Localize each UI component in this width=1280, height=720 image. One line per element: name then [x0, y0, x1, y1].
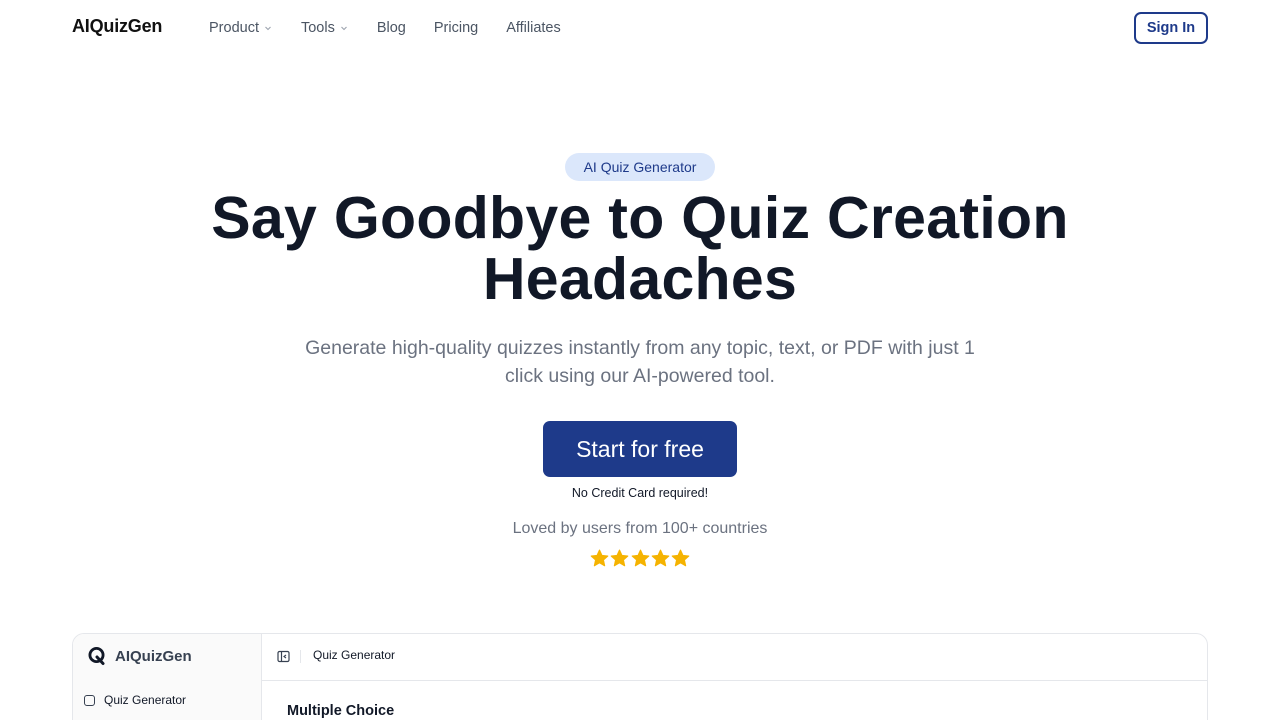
hero-subheadline: Generate high-quality quizzes instantly … [305, 337, 975, 387]
nav-links: Product Tools Blog Pricing Affiliates [209, 18, 589, 38]
square-icon [84, 694, 95, 706]
nav-affiliates[interactable]: Affiliates [506, 20, 561, 36]
breadcrumb: Quiz Generator [313, 648, 396, 662]
chevron-down-icon [340, 26, 347, 31]
star-icon [671, 549, 690, 567]
site-logo[interactable]: AIQuizGen [72, 16, 162, 37]
social-proof-text: Loved by users from 100+ countries [512, 520, 768, 537]
sidebar-item-quiz-generator[interactable]: Quiz Generator [84, 693, 186, 707]
preview-topbar: Quiz Generator [262, 634, 1207, 681]
sidebar-item-label: Quiz Generator [104, 693, 187, 707]
preview-sidebar: AIQuizGen Quiz Generator [73, 634, 262, 720]
nav-tools[interactable]: Tools [301, 20, 349, 36]
top-navbar: AIQuizGen Product Tools Blog Pricing Aff… [0, 0, 1280, 56]
rating-stars [590, 549, 690, 569]
star-icon [610, 549, 629, 567]
nav-pricing[interactable]: Pricing [434, 20, 478, 36]
hero-badge: AI Quiz Generator [565, 153, 715, 181]
nav-product[interactable]: Product [209, 20, 273, 36]
logo-q-icon [88, 647, 105, 665]
star-icon [631, 549, 649, 567]
nav-product-label: Product [209, 20, 259, 36]
sign-in-button[interactable]: Sign In [1134, 12, 1208, 44]
chevron-down-icon [265, 26, 271, 31]
hero-headline: Say Goodbye to Quiz Creation Headaches [211, 185, 1069, 312]
nav-tools-label: Tools [300, 20, 335, 36]
preview-logo: AIQuizGen [87, 646, 192, 666]
star-icon [651, 549, 670, 567]
nav-blog[interactable]: Blog [377, 20, 406, 36]
star-icon [590, 549, 609, 567]
no-credit-card-note: No Credit Card required! [571, 486, 709, 500]
preview-logo-text: AIQuizGen [115, 647, 192, 665]
section-title: Multiple Choice [287, 703, 395, 719]
start-free-button[interactable]: Start for free [543, 421, 737, 477]
breadcrumb-divider [300, 650, 301, 663]
sidebar-toggle-icon[interactable] [277, 650, 290, 663]
app-preview: AIQuizGen Quiz Generator Quiz Generator … [72, 633, 1208, 720]
